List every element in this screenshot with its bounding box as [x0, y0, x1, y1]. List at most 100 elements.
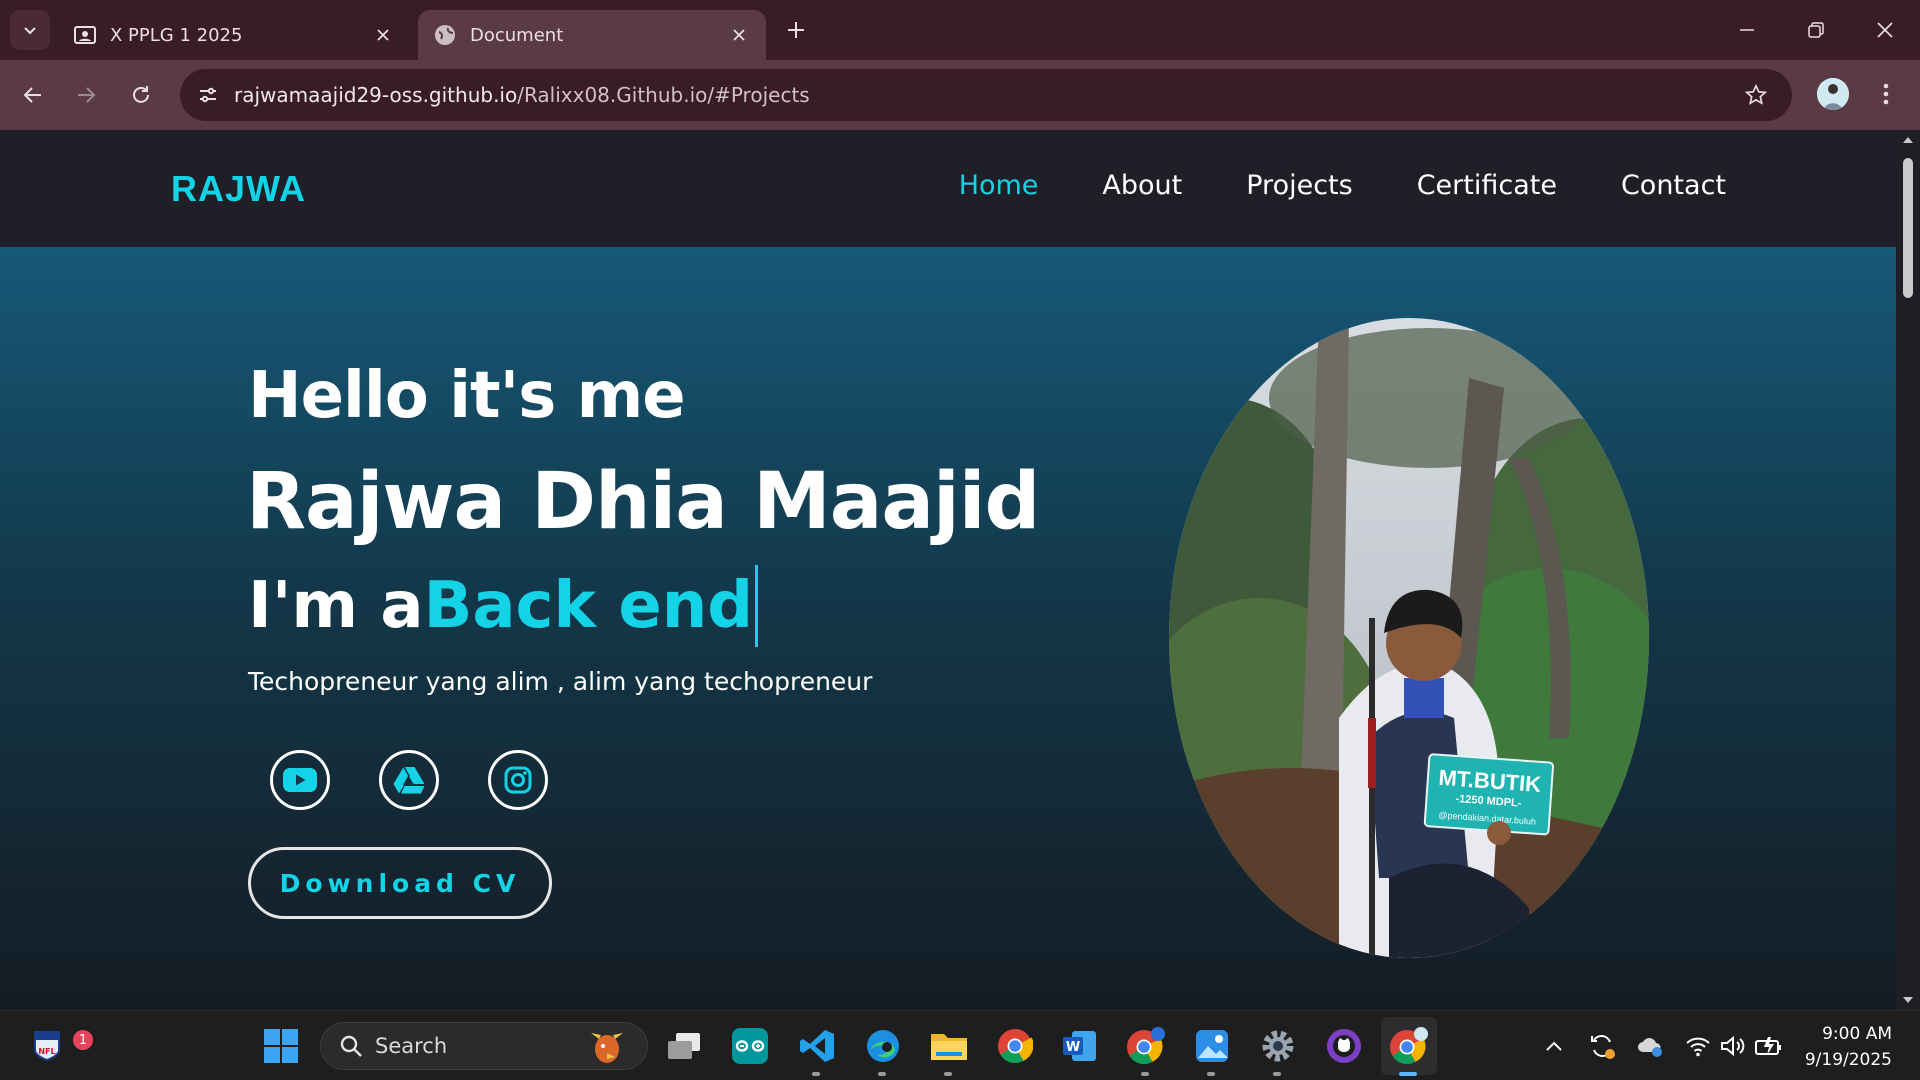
- running-indicator: [878, 1072, 886, 1076]
- vscode-icon: [800, 1030, 834, 1062]
- start-button[interactable]: [259, 1024, 303, 1068]
- browser-menu-button[interactable]: [1870, 78, 1902, 110]
- chrome-app[interactable]: [993, 1024, 1037, 1068]
- nav-contact[interactable]: Contact: [1621, 170, 1726, 201]
- url-path: /Ralixx08.Github.io/#Projects: [517, 83, 810, 107]
- tab-document[interactable]: Document: [418, 10, 766, 60]
- search-highlight-icon: [591, 1033, 623, 1063]
- download-cv-button[interactable]: Download CV: [248, 847, 552, 919]
- scroll-thumb[interactable]: [1903, 158, 1913, 298]
- tab-title: Document: [470, 24, 564, 46]
- hero-tagline: Techopreneur yang alim , alim yang techo…: [248, 667, 873, 696]
- reload-button[interactable]: [121, 75, 161, 115]
- github-icon: [1327, 1029, 1361, 1063]
- new-tab-button[interactable]: [780, 14, 812, 46]
- nav-about[interactable]: About: [1102, 170, 1182, 201]
- sync-tray[interactable]: [1588, 1032, 1616, 1060]
- tab-classroom[interactable]: X PPLG 1 2025: [58, 10, 410, 60]
- chrome-profile-app[interactable]: [1124, 1024, 1168, 1076]
- browser-tab-strip: X PPLG 1 2025 Document: [0, 0, 1920, 60]
- running-indicator: [812, 1072, 820, 1076]
- word-icon: W: [1063, 1031, 1096, 1061]
- task-view-icon: [668, 1033, 700, 1059]
- volume-icon: [1721, 1035, 1745, 1057]
- restore-icon: [1808, 22, 1824, 38]
- word-app[interactable]: W: [1058, 1024, 1102, 1068]
- arduino-app[interactable]: [728, 1024, 772, 1068]
- taskbar: NFL 1 Search W 9:00 AM 9/19/2025: [0, 1010, 1920, 1080]
- wifi-tray[interactable]: [1684, 1032, 1712, 1060]
- task-view-button[interactable]: [662, 1024, 706, 1068]
- site-header: RAJWA Home About Projects Certificate Co…: [0, 130, 1896, 247]
- svg-text:NFL: NFL: [38, 1047, 55, 1056]
- volume-tray[interactable]: [1719, 1032, 1747, 1060]
- hero-role: I'm a Back end: [248, 565, 759, 647]
- sync-icon: [1591, 1035, 1615, 1059]
- nfl-icon: NFL: [34, 1031, 60, 1062]
- site-logo[interactable]: RAJWA: [171, 168, 306, 210]
- address-bar[interactable]: rajwamaajid29-oss.github.io/Ralixx08.Git…: [180, 69, 1792, 121]
- search-label: Search: [375, 1034, 448, 1058]
- chrome-icon: [998, 1029, 1033, 1063]
- instagram-link[interactable]: [488, 750, 548, 810]
- back-button[interactable]: [13, 75, 53, 115]
- hero-name: Rajwa Dhia Maajid: [246, 457, 1040, 547]
- arrow-left-icon: [23, 87, 41, 103]
- page-viewport: RAJWA Home About Projects Certificate Co…: [0, 130, 1896, 1010]
- hero-section: Hello it's me Rajwa Dhia Maajid I'm a Bac…: [0, 247, 1896, 1010]
- arduino-icon: [732, 1028, 768, 1064]
- close-icon[interactable]: [728, 24, 750, 46]
- github-desktop-app[interactable]: [1322, 1024, 1366, 1068]
- edge-icon: [867, 1030, 899, 1062]
- cloud-icon: [1638, 1038, 1662, 1057]
- clock-time: 9:00 AM: [1822, 1024, 1892, 1044]
- profile-avatar[interactable]: [1817, 78, 1849, 110]
- file-explorer-app[interactable]: [927, 1024, 971, 1076]
- close-window-button[interactable]: [1863, 10, 1907, 50]
- browser-toolbar: rajwamaajid29-oss.github.io/Ralixx08.Git…: [0, 60, 1920, 130]
- show-hidden-icons-button[interactable]: [1540, 1032, 1568, 1060]
- settings-app[interactable]: [1256, 1024, 1300, 1076]
- tab-search-button[interactable]: [10, 10, 50, 50]
- search-icon: [340, 1035, 362, 1057]
- forward-button[interactable]: [66, 75, 106, 115]
- folder-icon: [931, 1034, 967, 1060]
- clock-date: 9/19/2025: [1804, 1050, 1892, 1070]
- vscode-app[interactable]: [795, 1024, 839, 1076]
- news-widget[interactable]: NFL 1: [25, 1024, 93, 1068]
- system-clock[interactable]: 9:00 AM 9/19/2025: [1805, 1021, 1892, 1073]
- minimize-button[interactable]: [1725, 10, 1769, 50]
- nav-certificate[interactable]: Certificate: [1417, 170, 1557, 201]
- taskbar-search[interactable]: Search: [320, 1022, 648, 1070]
- nav-projects[interactable]: Projects: [1246, 170, 1352, 201]
- scroll-up-icon[interactable]: [1902, 134, 1914, 146]
- wifi-icon: [1686, 1037, 1710, 1057]
- bookmark-star-icon[interactable]: [1740, 79, 1772, 111]
- nav-home[interactable]: Home: [959, 170, 1039, 201]
- running-indicator: [944, 1072, 952, 1076]
- role-prefix: I'm a: [248, 569, 424, 643]
- google-drive-icon: [393, 766, 425, 794]
- url-host: rajwamaajid29-oss.github.io: [234, 83, 518, 107]
- arrow-right-icon: [78, 87, 96, 103]
- hero-greeting: Hello it's me: [248, 359, 686, 433]
- site-settings-icon[interactable]: [188, 75, 228, 115]
- scroll-down-icon[interactable]: [1902, 994, 1914, 1006]
- windows-icon: [264, 1029, 298, 1063]
- social-links: [270, 750, 548, 810]
- close-icon[interactable]: [372, 24, 394, 46]
- youtube-icon: [283, 768, 317, 792]
- onedrive-tray[interactable]: [1636, 1032, 1664, 1060]
- gear-icon: [1262, 1030, 1294, 1062]
- photos-icon: [1196, 1030, 1228, 1062]
- chevron-down-icon: [24, 27, 36, 35]
- page-scrollbar[interactable]: [1896, 130, 1920, 1010]
- site-nav: Home About Projects Certificate Contact: [959, 170, 1726, 201]
- google-drive-link[interactable]: [379, 750, 439, 810]
- edge-app[interactable]: [861, 1024, 905, 1076]
- battery-tray[interactable]: [1755, 1032, 1783, 1060]
- chrome-active-app[interactable]: [1387, 1024, 1431, 1076]
- youtube-link[interactable]: [270, 750, 330, 810]
- photos-app[interactable]: [1190, 1024, 1234, 1076]
- restore-button[interactable]: [1794, 10, 1838, 50]
